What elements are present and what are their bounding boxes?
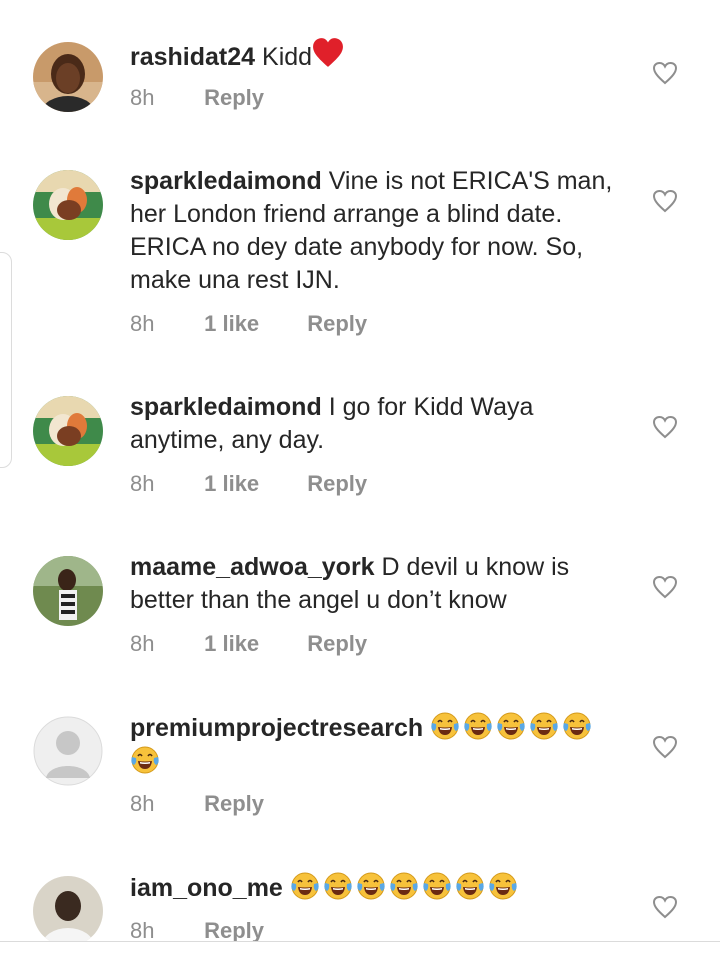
comment-meta: 8h 1 like Reply [130,629,367,659]
comment-text: premiumprojectresearch [130,711,620,779]
tears-of-joy-emoji [497,712,525,740]
comment-meta: 8h 1 like Reply [130,469,367,499]
comment-time: 8h [130,631,155,656]
reply-button[interactable]: Reply [307,309,367,339]
tears-of-joy-emoji [131,746,159,774]
like-heart-icon[interactable] [652,735,678,759]
tears-of-joy-emoji [324,872,352,900]
comment-text: maame_adwoa_york D devil u know is bette… [130,551,620,617]
reply-button[interactable]: Reply [307,469,367,499]
avatar[interactable] [33,556,103,626]
tears-of-joy-emoji [431,712,459,740]
red-heart-emoji [313,38,343,67]
comment-text: rashidat24 Kidd [130,37,620,74]
like-heart-icon[interactable] [652,895,678,919]
reply-button[interactable]: Reply [307,629,367,659]
tears-of-joy-emoji [563,712,591,740]
tears-of-joy-emoji [464,712,492,740]
avatar[interactable] [33,716,103,786]
comment-meta: 8h Reply [130,83,264,113]
reply-button[interactable]: Reply [204,83,264,113]
tears-of-joy-emoji [291,872,319,900]
tears-of-joy-emoji [530,712,558,740]
comment-text: iam_ono_me [130,871,620,905]
comment-meta: 8h Reply [130,789,264,819]
reply-button[interactable]: Reply [204,789,264,819]
tears-of-joy-emoji [357,872,385,900]
avatar[interactable] [33,396,103,466]
tears-of-joy-emoji [390,872,418,900]
avatar[interactable] [33,170,103,240]
comment-time: 8h [130,791,155,816]
comment-username[interactable]: iam_ono_me [130,874,283,902]
comment-username[interactable]: maame_adwoa_york [130,553,375,581]
like-count[interactable]: 1 like [204,309,301,339]
like-heart-icon[interactable] [652,415,678,439]
comment-username[interactable]: premiumprojectresearch [130,714,423,742]
comment-time: 8h [130,311,155,336]
comment-time: 8h [130,471,155,496]
comment-username[interactable]: rashidat24 [130,43,255,71]
like-heart-icon[interactable] [652,189,678,213]
like-count[interactable]: 1 like [204,629,301,659]
tears-of-joy-emoji [423,872,451,900]
tears-of-joy-emoji [489,872,517,900]
like-count[interactable]: 1 like [204,469,301,499]
tears-of-joy-emoji [456,872,484,900]
comment-time: 8h [130,85,155,110]
comment-username[interactable]: sparkledaimond [130,393,322,421]
comment-text: sparkledaimond I go for Kidd Waya anytim… [130,391,620,457]
avatar[interactable] [33,42,103,112]
avatar[interactable] [33,876,103,946]
comment-text: sparkledaimond Vine is not ERICA'S man, … [130,165,620,297]
like-heart-icon[interactable] [652,575,678,599]
comment-meta: 8h 1 like Reply [130,309,367,339]
side-panel-edge [0,252,12,468]
emoji-row [290,872,521,902]
screen-bottom-edge [0,942,720,960]
comment-body: Kidd [262,43,313,71]
comment-username[interactable]: sparkledaimond [130,167,322,195]
like-heart-icon[interactable] [652,61,678,85]
